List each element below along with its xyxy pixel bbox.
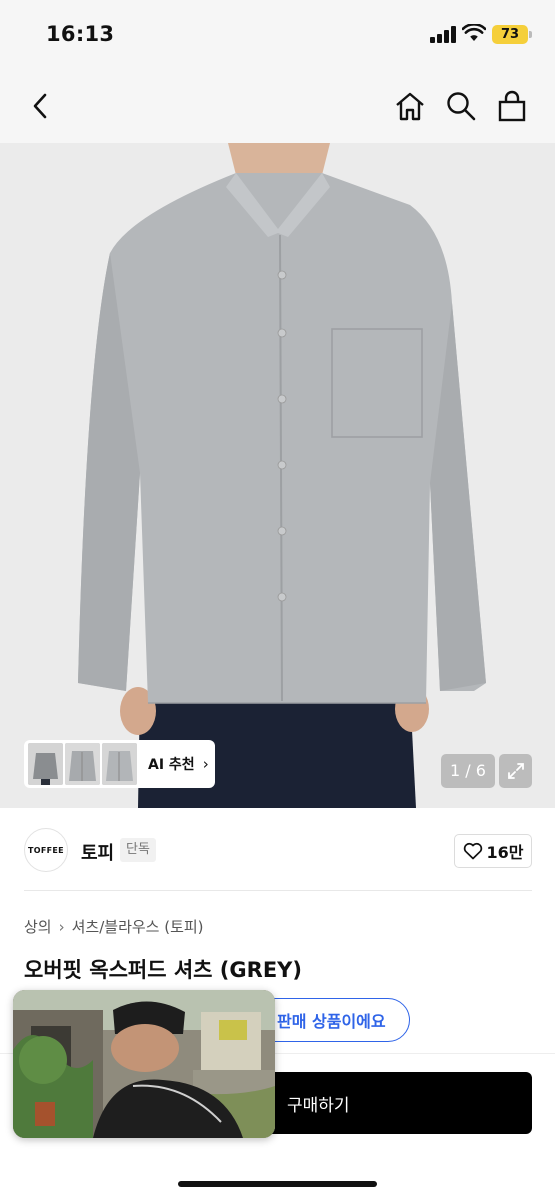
breadcrumb-item-category[interactable]: 상의	[24, 916, 52, 937]
chevron-right-icon: ›	[202, 755, 209, 773]
ai-recommend-strip[interactable]: AI 추천 ›	[24, 740, 215, 788]
back-icon[interactable]	[22, 88, 58, 124]
home-indicator	[178, 1181, 377, 1187]
product-photo	[0, 143, 555, 808]
thumbnail-3[interactable]	[102, 743, 137, 785]
shopping-bag-icon[interactable]	[494, 88, 530, 124]
battery-indicator: 73	[492, 25, 528, 44]
chevron-right-icon: ›	[58, 917, 65, 936]
home-icon[interactable]	[392, 88, 428, 124]
nav-bar	[0, 72, 555, 143]
ai-recommend-label: AI 추천	[148, 757, 195, 773]
brand-logo[interactable]: TOFFEE	[24, 828, 68, 872]
floating-video-player[interactable]	[13, 990, 275, 1138]
status-bar: 16:13 73	[0, 0, 555, 72]
product-image-gallery[interactable]: AI 추천 › 1 / 6	[0, 143, 555, 808]
wifi-icon	[462, 24, 486, 41]
search-icon[interactable]	[443, 88, 479, 124]
thumbnail-2[interactable]	[65, 743, 100, 785]
battery-cap	[529, 31, 532, 38]
thumbnail-1[interactable]	[28, 743, 63, 785]
breadcrumb: 상의 › 셔츠/블라우스 (토피)	[24, 916, 204, 937]
heart-icon	[463, 842, 482, 860]
expand-icon[interactable]	[499, 754, 532, 788]
like-button[interactable]: 16만	[454, 834, 532, 868]
brand-name[interactable]: 토피	[81, 839, 114, 865]
exclusive-badge: 단독	[120, 838, 156, 862]
breadcrumb-item-subcategory[interactable]: 셔츠/블라우스 (토피)	[72, 916, 204, 937]
product-title: 오버핏 옥스퍼드 셔츠 (GREY)	[24, 958, 302, 982]
like-count: 16만	[486, 843, 524, 862]
video-frame	[13, 990, 275, 1138]
cellular-signal-icon	[430, 26, 456, 43]
buy-button[interactable]: 구매하기	[265, 1072, 532, 1134]
status-time: 16:13	[46, 22, 115, 46]
image-page-counter: 1 / 6	[441, 754, 495, 788]
divider	[24, 890, 532, 891]
